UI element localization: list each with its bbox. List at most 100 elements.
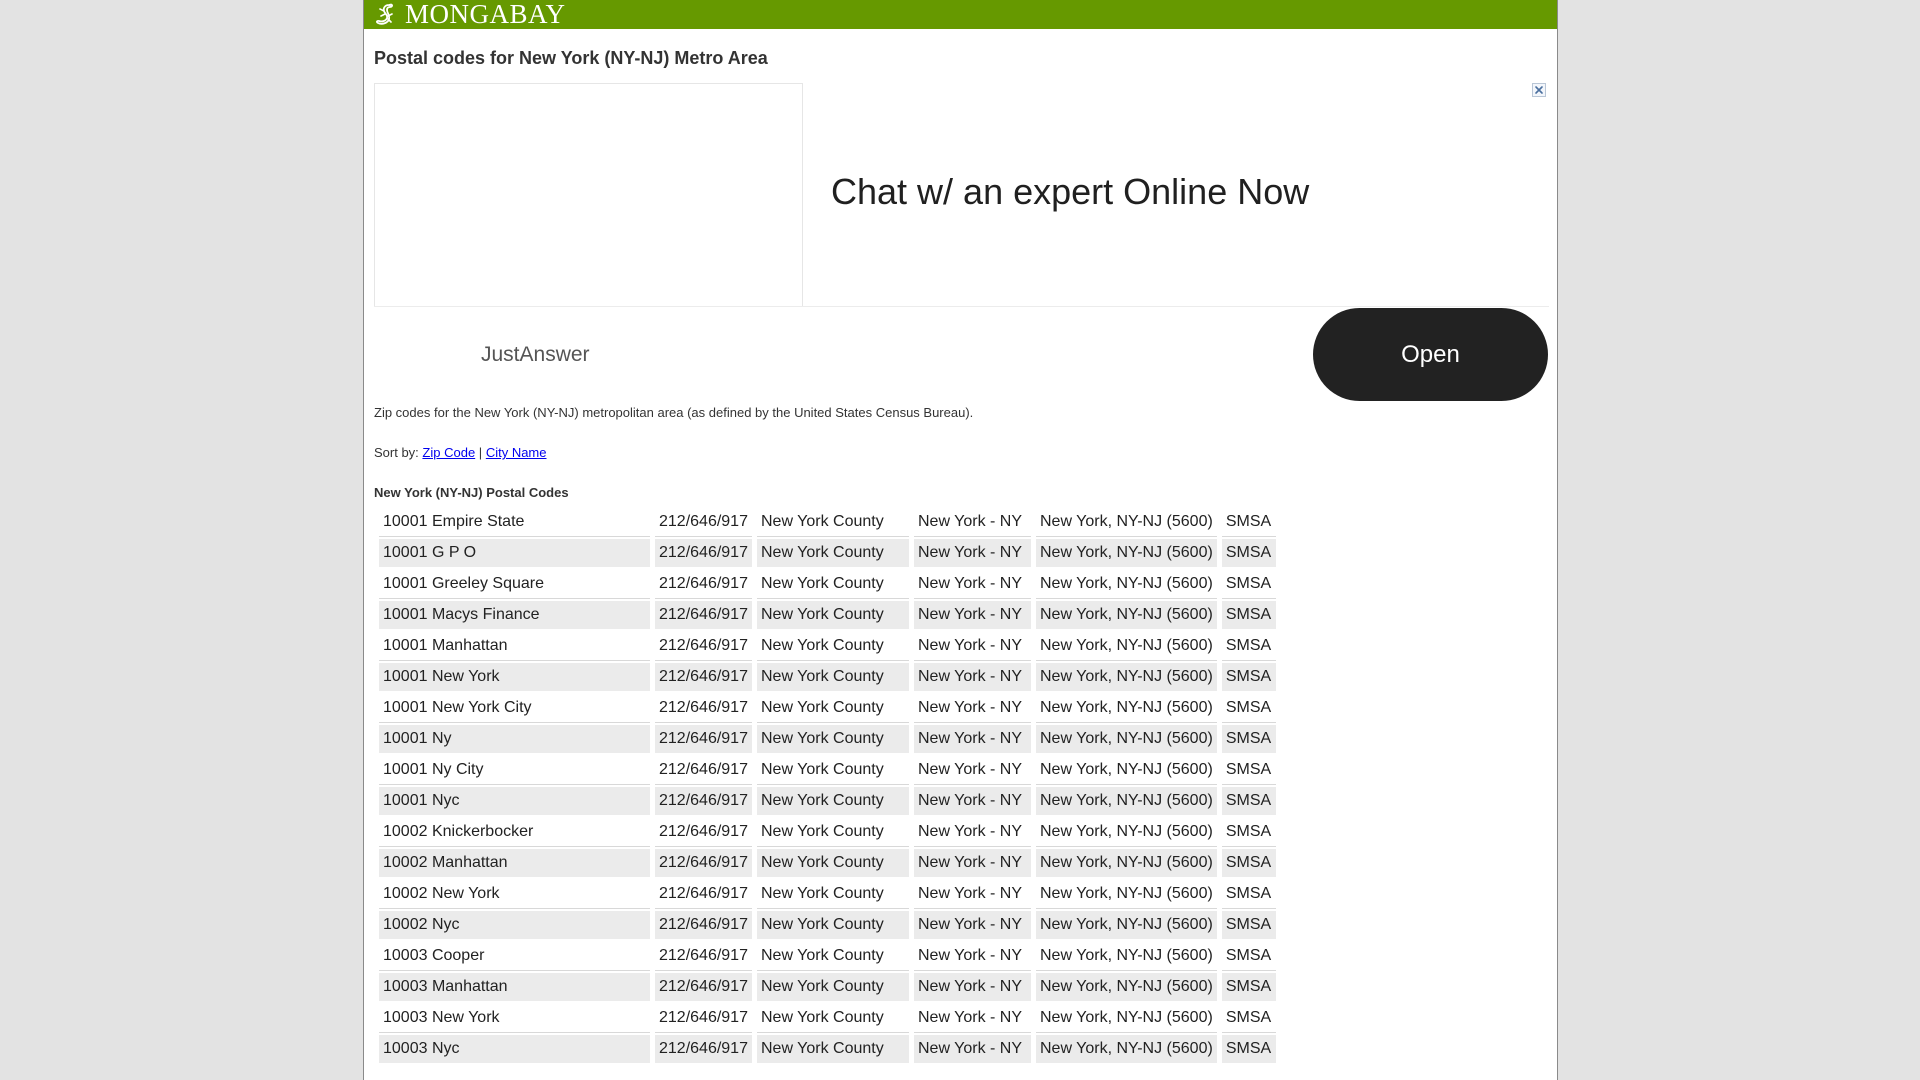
metro-area-cell: New York, NY-NJ (5600) — [1035, 1035, 1217, 1064]
table-row: 10003 Nyc 212/646/917 New York County New Y… — [379, 1035, 1276, 1064]
table-row: 10001 New York City 212/646/917 New York C… — [379, 694, 1276, 723]
type-cell: SMSA — [1221, 539, 1276, 568]
table-row: 10003 Manhattan 212/646/917 New York Count… — [379, 973, 1276, 1002]
metro-area-cell: New York, NY-NJ (5600) — [1035, 756, 1217, 785]
area-code-cell: 212/646/917 — [655, 818, 752, 847]
table-caption: New York (NY-NJ) Postal Codes — [374, 485, 569, 500]
area-code-cell: 212/646/917 — [655, 570, 752, 599]
metro-area-cell: New York, NY-NJ (5600) — [1035, 508, 1217, 537]
area-code-cell: 212/646/917 — [655, 911, 752, 940]
area-code-cell: 212/646/917 — [655, 1035, 752, 1064]
area-code-cell: 212/646/917 — [655, 601, 752, 630]
metro-area-cell: New York, NY-NJ (5600) — [1035, 539, 1217, 568]
table-row: 10003 Cooper 212/646/917 New York County Ne… — [379, 942, 1276, 971]
state-cell: New York - NY — [913, 756, 1031, 785]
table-row: 10001 New York 212/646/917 New York County… — [379, 663, 1276, 692]
table-row: 10002 Knickerbocker 212/646/917 New York C… — [379, 818, 1276, 847]
metro-area-cell: New York, NY-NJ (5600) — [1035, 973, 1217, 1002]
type-cell: SMSA — [1221, 663, 1276, 692]
area-code-cell: 212/646/917 — [655, 725, 752, 754]
sort-by-city-name-link[interactable]: City Name — [486, 445, 547, 460]
close-icon — [1535, 86, 1543, 94]
metro-area-cell: New York, NY-NJ (5600) — [1035, 694, 1217, 723]
metro-area-cell: New York, NY-NJ (5600) — [1035, 849, 1217, 878]
area-code-cell: 212/646/917 — [655, 756, 752, 785]
metro-area-cell: New York, NY-NJ (5600) — [1035, 787, 1217, 816]
state-cell: New York - NY — [913, 632, 1031, 661]
type-cell: SMSA — [1221, 632, 1276, 661]
type-cell: SMSA — [1221, 725, 1276, 754]
ad-sponsor[interactable]: JustAnswer — [481, 343, 590, 367]
place-cell: 10001 Greeley Square — [379, 570, 650, 599]
metro-area-cell: New York, NY-NJ (5600) — [1035, 663, 1217, 692]
state-cell: New York - NY — [913, 570, 1031, 599]
type-cell: SMSA — [1221, 1004, 1276, 1033]
table-row: 10001 Greeley Square 212/646/917 New York … — [379, 570, 1276, 599]
county-cell: New York County — [756, 849, 909, 878]
metro-area-cell: New York, NY-NJ (5600) — [1035, 911, 1217, 940]
site-logo[interactable]: MONGABAY — [373, 0, 566, 29]
county-cell: New York County — [756, 756, 909, 785]
place-cell: 10001 Empire State — [379, 508, 650, 537]
place-cell: 10003 New York — [379, 1004, 650, 1033]
area-code-cell: 212/646/917 — [655, 508, 752, 537]
area-code-cell: 212/646/917 — [655, 880, 752, 909]
county-cell: New York County — [756, 973, 909, 1002]
county-cell: New York County — [756, 601, 909, 630]
ad-image[interactable] — [374, 83, 803, 307]
table-row: 10002 Manhattan 212/646/917 New York Count… — [379, 849, 1276, 878]
metro-area-cell: New York, NY-NJ (5600) — [1035, 570, 1217, 599]
state-cell: New York - NY — [913, 942, 1031, 971]
place-cell: 10003 Manhattan — [379, 973, 650, 1002]
page-container: MONGABAY Postal codes for New York (NY-N… — [363, 0, 1558, 1080]
type-cell: SMSA — [1221, 1035, 1276, 1064]
county-cell: New York County — [756, 1004, 909, 1033]
place-cell: 10001 Macys Finance — [379, 601, 650, 630]
ad-headline[interactable]: Chat w/ an expert Online Now — [831, 171, 1309, 213]
type-cell: SMSA — [1221, 818, 1276, 847]
county-cell: New York County — [756, 942, 909, 971]
state-cell: New York - NY — [913, 818, 1031, 847]
place-cell: 10001 G P O — [379, 539, 650, 568]
table-row: 10001 Empire State 212/646/917 New York Co… — [379, 508, 1276, 537]
table-row: 10001 Manhattan 212/646/917 New York Count… — [379, 632, 1276, 661]
advertisement[interactable]: Chat w/ an expert Online Now JustAnswer … — [374, 83, 1549, 401]
type-cell: SMSA — [1221, 973, 1276, 1002]
place-cell: 10001 New York — [379, 663, 650, 692]
county-cell: New York County — [756, 1035, 909, 1064]
sort-controls: Sort by: Zip Code | City Name — [374, 445, 547, 460]
type-cell: SMSA — [1221, 911, 1276, 940]
ad-divider — [374, 306, 1549, 307]
county-cell: New York County — [756, 787, 909, 816]
county-cell: New York County — [756, 508, 909, 537]
state-cell: New York - NY — [913, 663, 1031, 692]
state-cell: New York - NY — [913, 601, 1031, 630]
type-cell: SMSA — [1221, 787, 1276, 816]
area-code-cell: 212/646/917 — [655, 632, 752, 661]
state-cell: New York - NY — [913, 539, 1031, 568]
place-cell: 10001 Ny City — [379, 756, 650, 785]
state-cell: New York - NY — [913, 911, 1031, 940]
place-cell: 10002 Nyc — [379, 911, 650, 940]
state-cell: New York - NY — [913, 787, 1031, 816]
place-cell: 10001 New York City — [379, 694, 650, 723]
ad-close-button[interactable] — [1532, 83, 1546, 97]
table-row: 10001 G P O 212/646/917 New York County New… — [379, 539, 1276, 568]
county-cell: New York County — [756, 725, 909, 754]
area-code-cell: 212/646/917 — [655, 539, 752, 568]
sort-by-zip-code-link[interactable]: Zip Code — [422, 445, 475, 460]
state-cell: New York - NY — [913, 849, 1031, 878]
table-row: 10002 New York 212/646/917 New York County… — [379, 880, 1276, 909]
state-cell: New York - NY — [913, 694, 1031, 723]
type-cell: SMSA — [1221, 942, 1276, 971]
area-code-cell: 212/646/917 — [655, 1004, 752, 1033]
table-row: 10001 Ny City 212/646/917 New York County N… — [379, 756, 1276, 785]
type-cell: SMSA — [1221, 601, 1276, 630]
metro-area-cell: New York, NY-NJ (5600) — [1035, 880, 1217, 909]
metro-area-cell: New York, NY-NJ (5600) — [1035, 632, 1217, 661]
page-title: Postal codes for New York (NY-NJ) Metro … — [374, 48, 768, 68]
table-row: 10001 Macys Finance 212/646/917 New York C… — [379, 601, 1276, 630]
ad-open-button[interactable]: Open — [1313, 308, 1548, 401]
type-cell: SMSA — [1221, 849, 1276, 878]
gecko-icon — [376, 3, 393, 25]
